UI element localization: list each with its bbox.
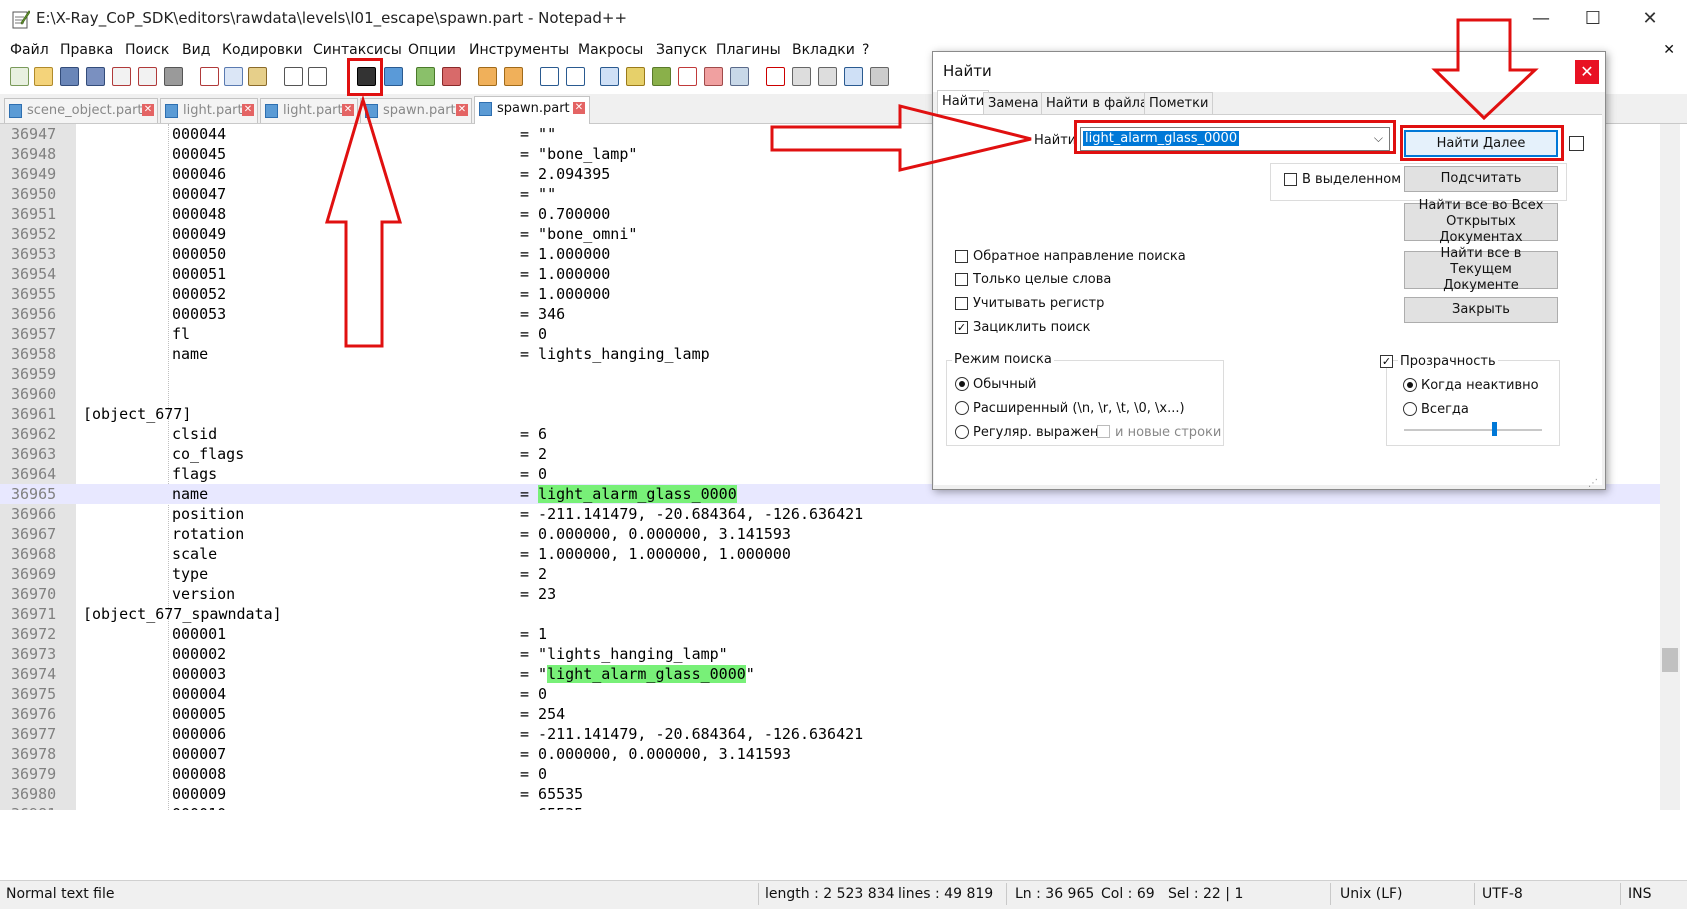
arrow-up-icon — [324, 94, 403, 348]
arrow-right-icon — [770, 104, 1032, 172]
arrow-down-icon — [1431, 18, 1539, 121]
annotation-arrows — [324, 18, 1539, 348]
